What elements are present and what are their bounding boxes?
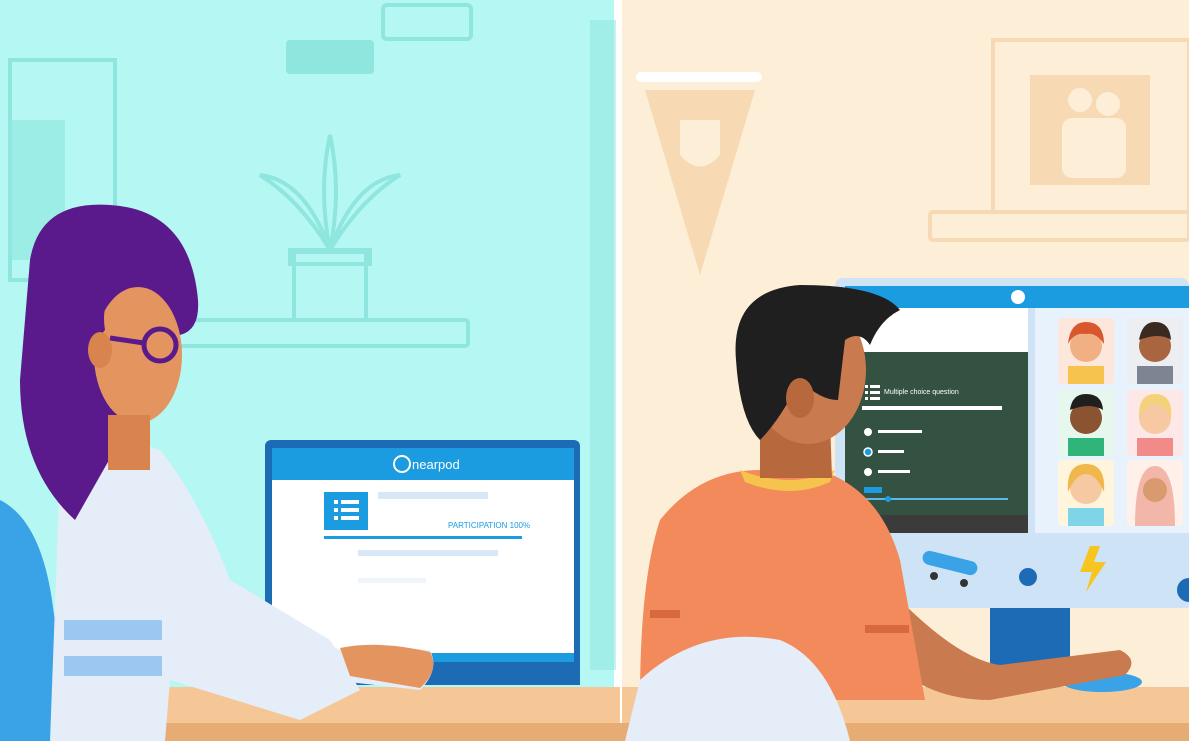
question-bar (862, 406, 1002, 410)
left-pillar (590, 20, 616, 670)
teacher-neck (108, 415, 150, 470)
pennant-bar (636, 72, 762, 82)
blue-dot (1019, 568, 1037, 586)
wall-tile (286, 40, 374, 74)
video-call-illustration: nearpod PARTICIPATION 100% Multiple choi… (0, 0, 1189, 741)
teacher-ear (88, 332, 112, 368)
photo-body (1062, 118, 1126, 178)
option-2-text (878, 450, 904, 453)
participation-label: PARTICIPATION 100% (448, 521, 530, 530)
student-ear (786, 378, 814, 418)
option-1-radio (864, 428, 872, 436)
photo-person-1 (1068, 88, 1092, 112)
pennant-crest (680, 120, 720, 167)
submit-button (864, 487, 882, 493)
option-2-radio (863, 447, 873, 457)
participant-face (1143, 478, 1167, 502)
shirt-stripe-1 (64, 620, 162, 640)
lesson-dark-overlay (845, 352, 1028, 532)
shirt-stripe (650, 610, 680, 618)
user-icon (1011, 290, 1025, 304)
participation-bar (324, 536, 522, 539)
shirt-stripe (865, 625, 909, 633)
participant-shirt (1137, 438, 1173, 456)
participant-shirt (1068, 438, 1104, 456)
list-icon (865, 385, 880, 400)
option-3-radio (864, 468, 872, 476)
photo-person-2 (1096, 92, 1120, 116)
participant-shirt (1068, 508, 1104, 526)
shirt-stripe-2 (64, 656, 162, 676)
progress-thumb (885, 496, 891, 502)
screen-line-3 (358, 578, 426, 583)
participant-shirt (1137, 366, 1173, 384)
participant-shirt (1068, 366, 1104, 384)
screen-line-2 (358, 550, 498, 556)
nearpod-brand: nearpod (412, 457, 460, 472)
screen-line-1 (378, 492, 488, 499)
question-title: Multiple choice question (884, 389, 959, 396)
camera-dot (1115, 292, 1125, 302)
list-icon (334, 500, 359, 520)
option-1-text (878, 430, 922, 433)
option-3-text (878, 470, 910, 473)
